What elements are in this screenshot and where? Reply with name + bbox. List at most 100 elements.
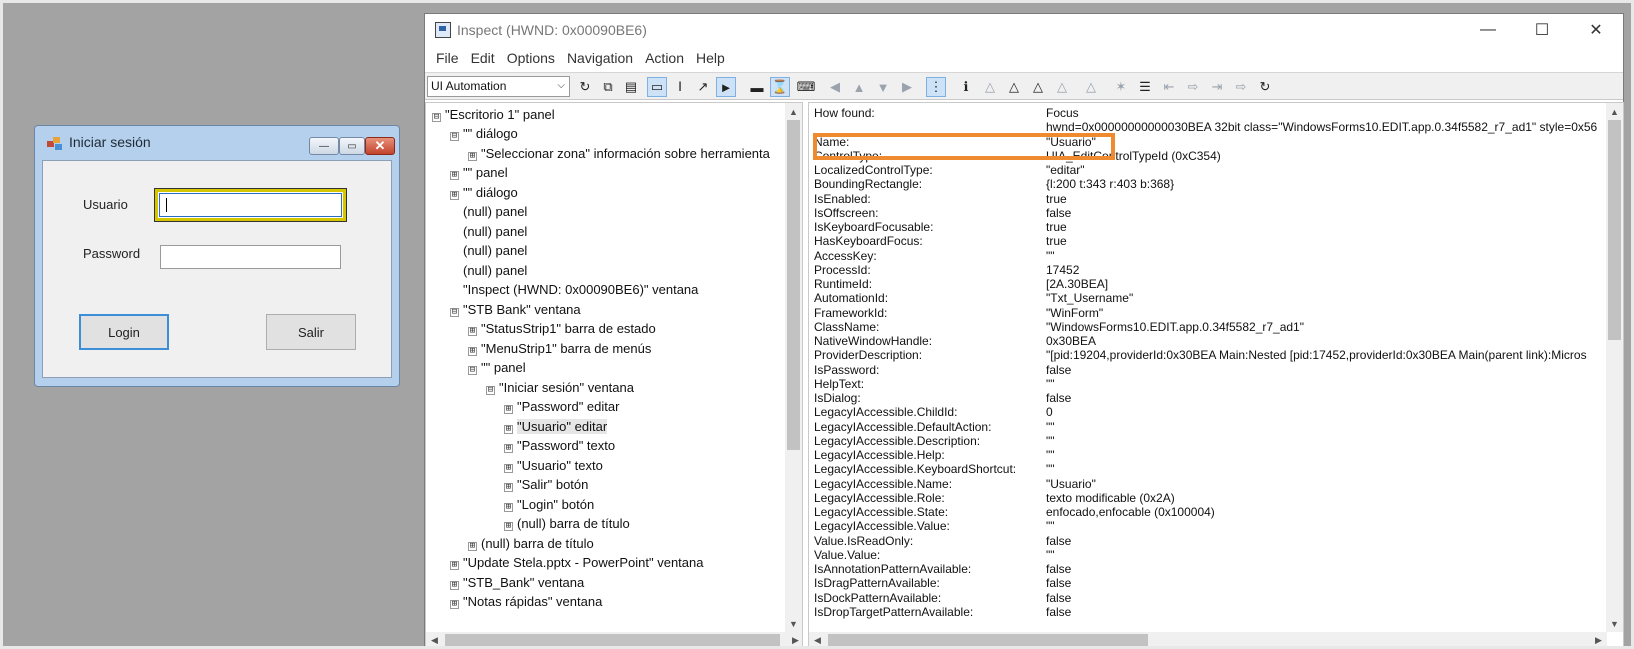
property-row[interactable]: FrameworkId: "WinForm" [814,306,1103,320]
property-row[interactable]: LegacyIAccessible.Name: "Usuario" [814,477,1096,491]
scroll-down-icon[interactable]: ▼ [785,615,802,632]
property-row[interactable]: ControlType: UIA_EditControlTypeId (0xC35… [814,149,1221,163]
tree-node[interactable]: ⊞ (null) barra de título [468,534,594,553]
export-icon[interactable]: ⇤ [1159,77,1179,97]
login-button[interactable]: Login [79,314,169,350]
watch-caret-icon[interactable]: Ⅰ [670,77,690,97]
close-button[interactable]: ✕ [365,137,395,155]
property-row[interactable]: ProviderDescription: "[pid:19204,provider… [814,348,1587,362]
property-row[interactable]: LegacyIAccessible.DefaultAction: "" [814,420,1055,434]
export-all-icon[interactable]: ⇥ [1207,77,1227,97]
tree-node[interactable]: ⊞ "Salir" botón [504,475,588,494]
usuario-input[interactable] [154,188,347,222]
nav-prev-sibling-icon[interactable]: △ [1052,77,1072,97]
window-close-button[interactable]: ✕ [1573,19,1619,41]
tree-node[interactable]: ⊞ "StatusStrip1" barra de estado [468,319,656,338]
nav-first-child-icon[interactable]: △ [1004,77,1024,97]
watch-cursor-icon[interactable]: ↗ [693,77,713,97]
scroll-left-icon[interactable]: ◀ [426,632,443,649]
property-row[interactable]: IsDockPatternAvailable: false [814,591,1071,605]
show-hourglass-icon[interactable]: ⌛ [770,77,790,97]
keyboard-icon[interactable]: ⌨ [796,77,816,97]
scroll-right-icon[interactable]: ▶ [1590,632,1607,649]
tree-node[interactable]: ⊞ "Password" texto [504,436,615,455]
login-title-bar[interactable]: Iniciar sesión — ▭ ✕ [35,126,399,156]
arrow-down-icon[interactable]: ▼ [873,77,893,97]
arrow-left-icon[interactable]: ◀ [825,77,845,97]
property-row[interactable]: AutomationId: "Txt_Username" [814,291,1133,305]
tree-node[interactable]: ⊞ "STB_Bank" ventana [450,573,584,592]
property-row[interactable]: ClassName: "WindowsForms10.EDIT.app.0.34f… [814,320,1304,334]
property-row[interactable]: IsOffscreen: false [814,206,1071,220]
salir-button[interactable]: Salir [266,314,356,350]
nav-last-child-icon[interactable]: △ [1081,77,1101,97]
menu-action[interactable]: Action [639,47,690,71]
maximize-button[interactable]: ▭ [339,137,365,155]
tree-node[interactable]: (null) panel [450,222,527,241]
property-row[interactable]: NativeWindowHandle: 0x30BEA [814,334,1096,348]
property-row[interactable]: hwnd=0x00000000000030BEA 32bit class="Wi… [814,120,1597,134]
tree-node[interactable]: ⊟ "STB Bank" ventana [450,300,581,319]
tree-node[interactable]: ⊞ "" diálogo [450,183,518,202]
minimize-button[interactable]: — [309,137,339,155]
property-row[interactable]: BoundingRectangle: {l:200 t:343 r:403 b:3… [814,177,1174,191]
tree-node[interactable]: (null) panel [450,261,527,280]
tree-node[interactable]: ⊞ "Seleccionar zona" información sobre he… [468,144,770,163]
property-row[interactable]: LegacyIAccessible.Role: texto modificable… [814,491,1175,505]
export-list-icon[interactable]: ⇨ [1231,77,1251,97]
properties-pane[interactable]: IsDropTargetPatternAvailable: false IsDock… [808,102,1624,649]
property-row[interactable]: IsPassword: false [814,363,1071,377]
menu-help[interactable]: Help [690,47,731,71]
inspect-title-bar[interactable]: Inspect (HWND: 0x00090BE6) — ☐ ✕ [425,14,1623,47]
property-row[interactable]: IsDragPatternAvailable: false [814,576,1071,590]
password-input[interactable] [160,245,341,269]
scroll-thumb[interactable] [787,120,800,450]
scroll-thumb[interactable] [1608,120,1621,340]
property-row[interactable]: RuntimeId: [2A.30BEA] [814,277,1108,291]
props-horizontal-scrollbar[interactable]: ◀ ▶ [809,632,1607,649]
tree-node[interactable]: ⊞ "Usuario" texto [504,456,603,475]
property-row[interactable]: Name: "Usuario" [814,135,1096,149]
tree-node[interactable]: ⊟ "" panel [468,358,526,377]
scroll-thumb[interactable] [828,634,1148,647]
property-row[interactable]: LegacyIAccessible.Help: "" [814,448,1055,462]
refresh-icon[interactable]: ↻ [575,77,595,97]
property-row[interactable]: HelpText: "" [814,377,1055,391]
menu-options[interactable]: Options [501,47,561,71]
property-row[interactable]: LegacyIAccessible.Description: "" [814,434,1055,448]
mode-combo[interactable]: UI Automation ⌵ [427,76,570,97]
tree-node[interactable]: ⊞ "Login" botón [504,495,594,514]
tree-node[interactable]: "Inspect (HWND: 0x00090BE6)" ventana [450,280,698,299]
tree-node-selected[interactable]: ⊞ "Usuario" editar [504,417,608,436]
show-highlight-icon[interactable]: ▬ [747,77,767,97]
window-maximize-button[interactable]: ☐ [1519,19,1565,41]
refresh-tree-icon[interactable]: ↻ [1255,77,1275,97]
nav-next-sibling-icon[interactable]: △ [1028,77,1048,97]
scroll-down-icon[interactable]: ▼ [1606,615,1623,632]
property-row[interactable]: LegacyIAccessible.ChildId: 0 [814,405,1053,419]
tree-node[interactable]: ⊟ "Iniciar sesión" ventana [486,378,634,397]
scroll-left-icon[interactable]: ◀ [809,632,826,649]
props-vertical-scrollbar[interactable]: ▲ ▼ [1606,103,1623,632]
copy-tree-icon[interactable]: ▤ [621,77,641,97]
property-row[interactable]: LocalizedControlType: "editar" [814,163,1085,177]
property-row[interactable]: AccessKey: "" [814,249,1055,263]
menu-navigation[interactable]: Navigation [561,47,639,71]
tree-node[interactable]: ⊞ "" panel [450,163,508,182]
action-icon[interactable]: ✶ [1111,77,1131,97]
arrow-right-icon[interactable]: ▶ [897,77,917,97]
menu-file[interactable]: File [430,47,465,71]
property-row[interactable]: Value.IsReadOnly: false [814,534,1071,548]
scroll-up-icon[interactable]: ▲ [785,103,802,120]
tree-node[interactable]: ⊞ "Update Stela.pptx - PowerPoint" ventan… [450,553,703,572]
watch-tooltip-icon[interactable]: ► [716,77,736,97]
property-row[interactable]: IsAnnotationPatternAvailable: false [814,562,1071,576]
export-tree-icon[interactable]: ⇨ [1183,77,1203,97]
tree-node[interactable]: (null) panel [450,241,527,260]
window-minimize-button[interactable]: — [1465,19,1511,41]
tree-vertical-scrollbar[interactable]: ▲ ▼ [785,103,802,632]
tree-node[interactable]: ⊞ "Password" editar [504,397,619,416]
tree-view-icon[interactable]: ⋮ [926,77,946,97]
property-row[interactable]: HasKeyboardFocus: true [814,234,1067,248]
copy-icon[interactable]: ⧉ [598,77,618,97]
